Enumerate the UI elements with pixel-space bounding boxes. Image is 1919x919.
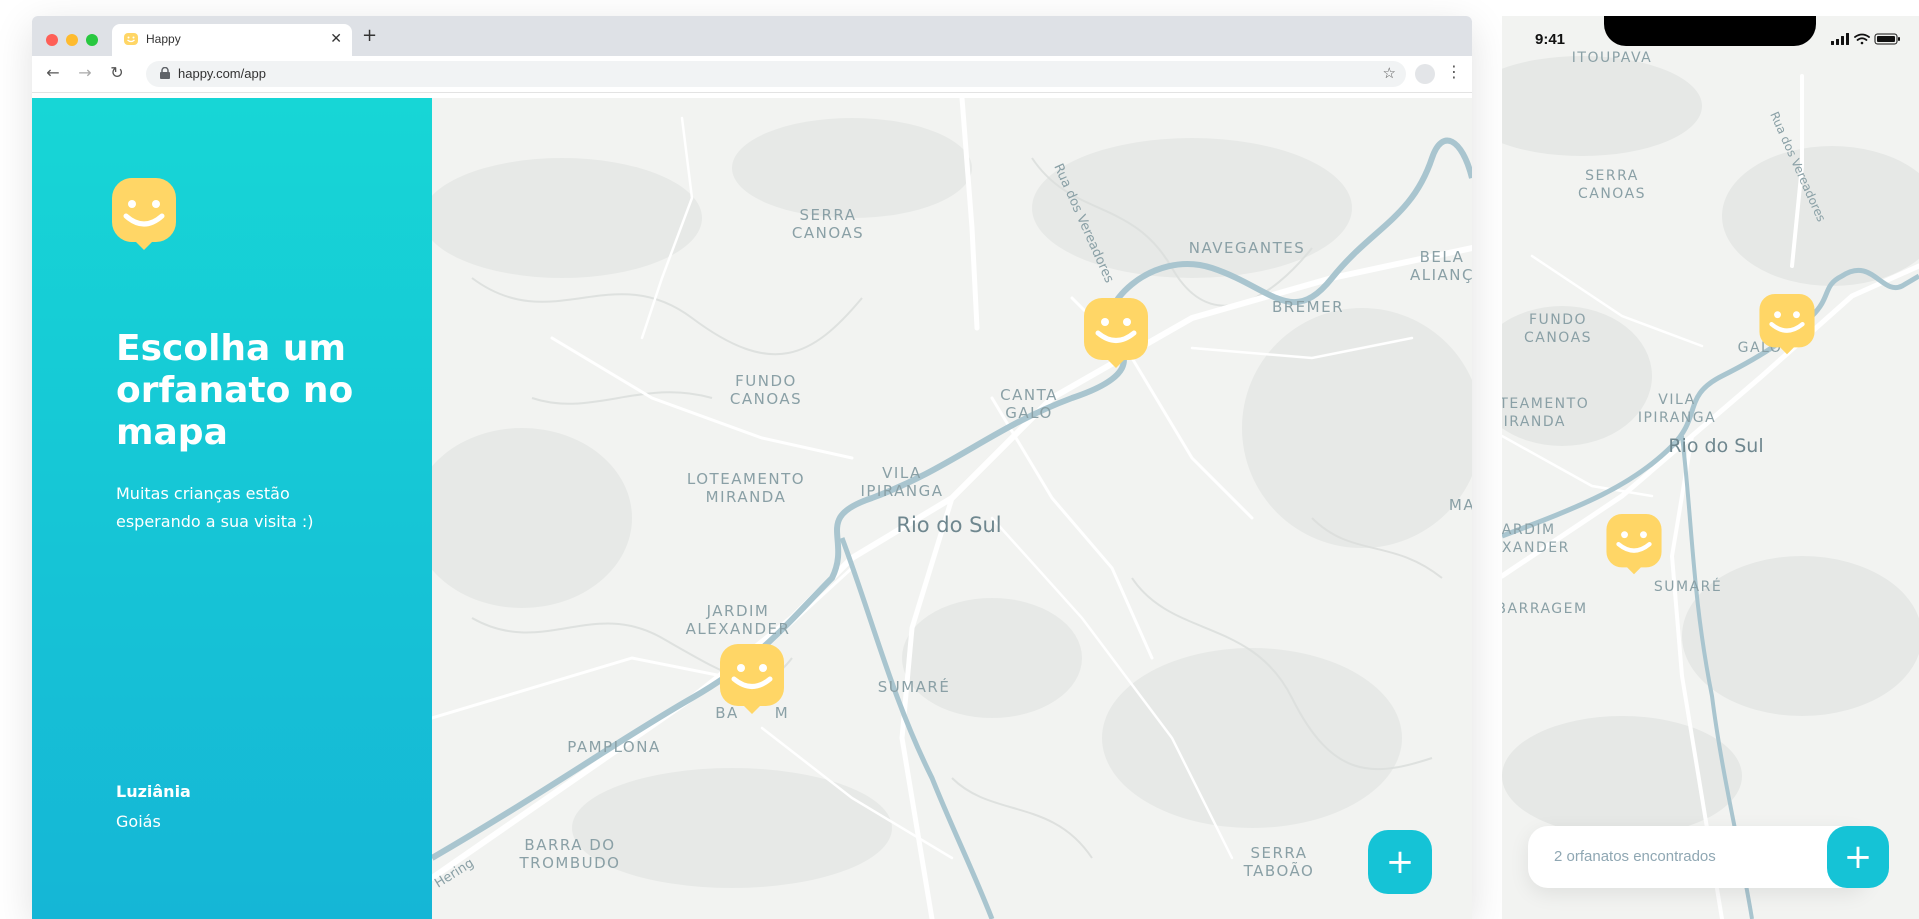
map-label-rio-do-sul: Rio do Sul [896,513,1001,537]
location-city: Luziânia [116,782,191,801]
maximize-window-button[interactable] [86,34,98,46]
browser-toolbar: ← → ↻ happy.com/app ☆ ⋮ [32,56,1472,93]
phone-map-label-fundo-canoas-1: FUNDO [1529,312,1587,328]
happy-logo-icon [112,178,176,250]
battery-icon [1874,33,1900,45]
phone-orphanage-map-marker[interactable] [1759,294,1815,356]
wifi-icon [1854,33,1870,45]
phone-map-canvas[interactable]: ITOUPAVA Rua dos Vereadores SERRA CANOAS… [1502,16,1919,919]
map-label-barra-trombudo-2: TROMBUDO [519,854,621,872]
map-label-vila-ipiranga-1: VILA [882,464,922,482]
phone-map-label-jardim-alexander-2: LEXANDER [1502,540,1570,556]
more-menu-icon[interactable]: ⋮ [1446,62,1462,81]
phone-map-label-sumare: SUMARÉ [1654,578,1722,595]
map-label-fundo-canoas-2: CANOAS [730,390,802,408]
plus-icon: + [1385,842,1415,882]
phone-add-orphanage-button[interactable]: + [1827,826,1889,888]
status-bar-icons [1831,33,1900,45]
map-label-jardim-alexander-2: ALEXANDER [686,620,791,638]
phone-map-label-vila-ipiranga-1: VILA [1658,392,1695,408]
map-label-pamplona: PAMPLONA [567,738,660,756]
new-tab-icon[interactable]: + [362,25,377,46]
phone-map-label-barragem: BARRAGEM [1502,601,1588,617]
tab-title: Happy [146,32,181,46]
reload-icon[interactable]: ↻ [108,64,126,82]
map-canvas[interactable]: SERRA CANOAS Rua dos Vereadores NAVEGANT… [432,98,1472,919]
signal-icon [1831,33,1849,45]
minimize-window-button[interactable] [66,34,78,46]
map-label-sumare: SUMARÉ [878,677,951,696]
phone-map-label-serra-canoas-1: SERRA [1585,168,1639,184]
phone-mockup: ITOUPAVA Rua dos Vereadores SERRA CANOAS… [1502,16,1919,919]
map-label-fundo-canoas-1: FUNDO [735,372,797,390]
map-label-serra-taboao-2: TABOÃO [1243,861,1315,880]
orphanage-count-card: 2 orfanatos encontrados [1528,826,1868,888]
map-label-navegantes: NAVEGANTES [1189,239,1306,257]
close-window-button[interactable] [46,34,58,46]
map-label-bela-alianca-1: BELA [1420,248,1465,266]
map-label-loteamento-miranda-2: MIRANDA [706,488,787,506]
sidebar: Escolha um orfanato no mapa Muitas crian… [32,98,432,919]
orphanage-count-text: 2 orfanatos encontrados [1554,848,1716,865]
map-label-serra-taboao-1: SERRA [1251,844,1308,862]
map-label-bremer: BREMER [1272,298,1344,316]
map[interactable]: SERRA CANOAS Rua dos Vereadores NAVEGANT… [432,98,1472,919]
forward-arrow-icon[interactable]: → [76,64,94,82]
close-tab-icon[interactable]: ✕ [330,31,342,47]
plus-icon: + [1843,837,1873,877]
phone-map-label-serra-canoas-2: CANOAS [1578,186,1646,202]
map-label-bela-alianca-2: ALIANÇ [1410,266,1472,284]
url-text: happy.com/app [178,66,266,81]
tab-bar: Happy ✕ + [32,16,1472,56]
add-orphanage-button[interactable]: + [1368,830,1432,894]
phone-map-label-itoupava: ITOUPAVA [1572,50,1652,66]
phone-map-label-loteamento-miranda-1: OTEAMENTO [1502,396,1589,412]
phone-notch [1604,16,1816,46]
address-bar[interactable]: happy.com/app ☆ [146,61,1406,87]
map-label-canta-galo-2: GALO [1005,404,1053,422]
map-label-canta-galo-1: CANTA [1000,386,1058,404]
phone-map-label-loteamento-miranda-2: MIRANDA [1502,414,1566,430]
map-label-serra-canoas-2: CANOAS [792,224,864,242]
browser-window: Happy ✕ + ← → ↻ happy.com/app ☆ ⋮ Escolh… [32,16,1472,919]
phone-orphanage-map-marker[interactable] [1606,514,1662,576]
map-label-serra-canoas-1: SERRA [800,206,857,224]
map-label-jardim-alexander-1: JARDIM [706,602,770,620]
phone-status-time: 9:41 [1535,31,1566,48]
orphanage-map-marker[interactable] [720,644,784,716]
bookmark-star-icon[interactable]: ☆ [1383,64,1396,82]
profile-avatar[interactable] [1415,64,1435,84]
map-label-ma: MA [1449,496,1472,514]
happy-favicon-icon [124,33,138,45]
location-state: Goiás [116,812,161,831]
browser-tab[interactable]: Happy ✕ [112,24,352,56]
lock-icon [160,67,170,79]
phone-map-label-fundo-canoas-2: CANOAS [1524,330,1592,346]
phone-map-label-rio-do-sul: Rio do Sul [1668,435,1763,457]
back-arrow-icon[interactable]: ← [44,64,62,82]
page-subtitle: Muitas crianças estão esperando a sua vi… [116,484,314,531]
orphanage-map-marker[interactable] [1084,298,1148,370]
page-title: Escolha um orfanato no mapa [116,328,354,453]
phone-map-label-jardim-alexander-1: JARDIM [1502,522,1556,538]
map-label-loteamento-miranda-1: LOTEAMENTO [687,470,805,488]
map-label-vila-ipiranga-2: IPIRANGA [860,482,943,500]
phone-map-label-vila-ipiranga-2: IPIRANGA [1638,410,1716,426]
map-label-barra-trombudo-1: BARRA DO [524,836,615,854]
